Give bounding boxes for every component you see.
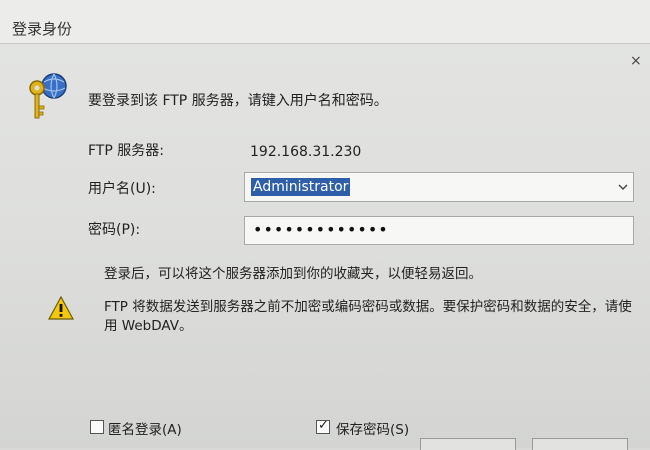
username-combobox[interactable]: Administrator	[244, 172, 634, 202]
favorites-hint: 登录后，可以将这个服务器添加到你的收藏夹，以便轻易返回。	[104, 266, 482, 282]
warning-icon	[48, 296, 74, 320]
window-title: 登录身份	[12, 20, 73, 38]
close-icon[interactable]: ×	[630, 54, 644, 68]
password-input[interactable]: •••••••••••••	[244, 216, 634, 245]
key-globe-icon	[29, 73, 67, 119]
save-password-label[interactable]: 保存密码(S)	[336, 418, 409, 438]
password-masked-value: •••••••••••••	[253, 220, 389, 239]
cancel-button[interactable]	[532, 438, 628, 450]
login-prompt: 要登录到该 FTP 服务器，请键入用户名和密码。	[88, 93, 388, 109]
title-bar: 登录身份	[0, 0, 650, 44]
anonymous-login-checkbox[interactable]	[90, 420, 104, 434]
chevron-down-icon[interactable]	[617, 181, 629, 193]
username-input-value[interactable]: Administrator	[251, 178, 351, 196]
username-label: 用户名(U):	[88, 181, 156, 197]
save-password-checkbox[interactable]	[316, 418, 330, 434]
server-address: 192.168.31.230	[250, 144, 362, 160]
ftp-login-dialog: 登录身份 × 要登录到该 FTP 服务器，请键入用户名和密码。 FTP 服务器:…	[0, 0, 650, 450]
anonymous-login-label[interactable]: 匿名登录(A)	[108, 418, 182, 438]
server-label: FTP 服务器:	[88, 143, 164, 159]
login-button[interactable]	[420, 438, 516, 450]
security-warning: FTP 将数据发送到服务器之前不加密或编码密码或数据。要保护密码和数据的安全，请…	[104, 299, 632, 334]
password-label: 密码(P):	[88, 222, 141, 238]
